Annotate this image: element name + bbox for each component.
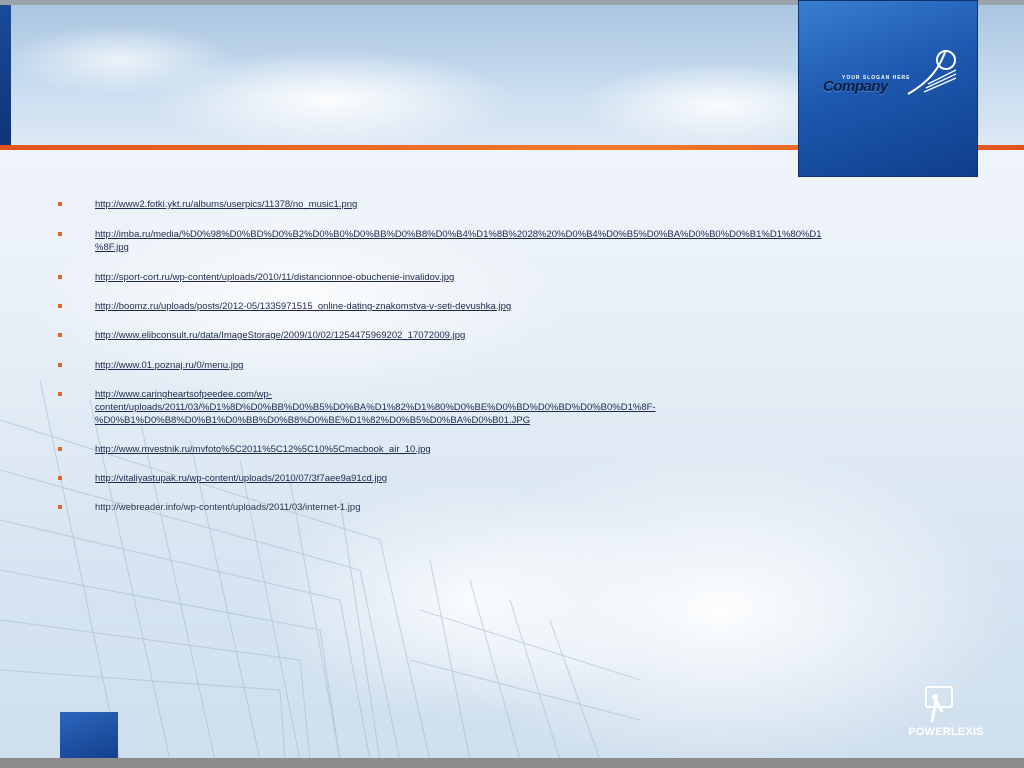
bullet-icon: [58, 363, 62, 367]
bullet-icon: [58, 304, 62, 308]
bullet-icon: [58, 275, 62, 279]
bullet-icon: [58, 202, 62, 206]
hyperlink[interactable]: %8F.jpg: [95, 242, 129, 253]
link-item: http://boomz.ru/uploads/posts/2012-05/13…: [54, 300, 984, 313]
hyperlink[interactable]: %D0%B1%D0%B8%D0%B1%D0%BB%D0%B8%D0%BE%D1%…: [95, 415, 530, 426]
hyperlink[interactable]: http://vitaliyastupak.ru/wp-content/uplo…: [95, 473, 387, 484]
hyperlink[interactable]: http://sport-cort.ru/wp-content/uploads/…: [95, 272, 454, 283]
hyperlink[interactable]: content/uploads/2011/03/%D1%8D%D0%BB%D0%…: [95, 402, 656, 413]
link-item: http://sport-cort.ru/wp-content/uploads/…: [54, 271, 984, 284]
hyperlink[interactable]: http://webreader.info/wp-content/uploads…: [95, 502, 360, 513]
bullet-icon: [58, 447, 62, 451]
hyperlink[interactable]: http://www.caringheartsofpeedee.com/wp-: [95, 389, 272, 400]
bullet-icon: [58, 476, 62, 480]
reference-link-list: http://www2.fotki.ykt.ru/albums/userpics…: [54, 198, 984, 514]
powerlexis-brand-text: POWERLEXIS: [908, 726, 984, 738]
logo-company-name: Company: [823, 78, 888, 95]
swoosh-logo-icon: [907, 49, 957, 95]
left-accent-strip: [0, 5, 11, 145]
hyperlink[interactable]: http://www2.fotki.ykt.ru/albums/userpics…: [95, 199, 357, 210]
bottom-accent-square: [60, 712, 118, 760]
powerlexis-logo-icon: [925, 686, 953, 723]
bullet-icon: [58, 505, 62, 509]
link-item: http://imba.ru/media/%D0%98%D0%BD%D0%B2%…: [54, 228, 984, 254]
bullet-icon: [58, 333, 62, 337]
link-item: http://www.mvestnik.ru/mvfoto%5C2011%5C1…: [54, 443, 984, 456]
hyperlink[interactable]: http://www.01.poznaj.ru/0/menu.jpg: [95, 360, 243, 371]
link-item: http://www2.fotki.ykt.ru/albums/userpics…: [54, 198, 984, 211]
hyperlink[interactable]: http://imba.ru/media/%D0%98%D0%BD%D0%B2%…: [95, 229, 822, 240]
hyperlink[interactable]: http://boomz.ru/uploads/posts/2012-05/13…: [95, 301, 511, 312]
link-item: http://www.elibconsult.ru/data/ImageStor…: [54, 329, 984, 342]
bottom-border: [0, 758, 1024, 768]
link-item: http://www.caringheartsofpeedee.com/wp-c…: [54, 388, 984, 427]
hyperlink[interactable]: http://www.elibconsult.ru/data/ImageStor…: [95, 330, 465, 341]
link-item: http://vitaliyastupak.ru/wp-content/uplo…: [54, 472, 984, 485]
company-logo-panel: YOUR SLOGAN HERE Company: [798, 0, 978, 177]
link-item: http://webreader.info/wp-content/uploads…: [54, 501, 984, 514]
link-item: http://www.01.poznaj.ru/0/menu.jpg: [54, 359, 984, 372]
powerlexis-watermark: POWERLEXIS: [896, 686, 996, 742]
bullet-icon: [58, 392, 62, 396]
bullet-icon: [58, 232, 62, 236]
hyperlink[interactable]: http://www.mvestnik.ru/mvfoto%5C2011%5C1…: [95, 444, 431, 455]
